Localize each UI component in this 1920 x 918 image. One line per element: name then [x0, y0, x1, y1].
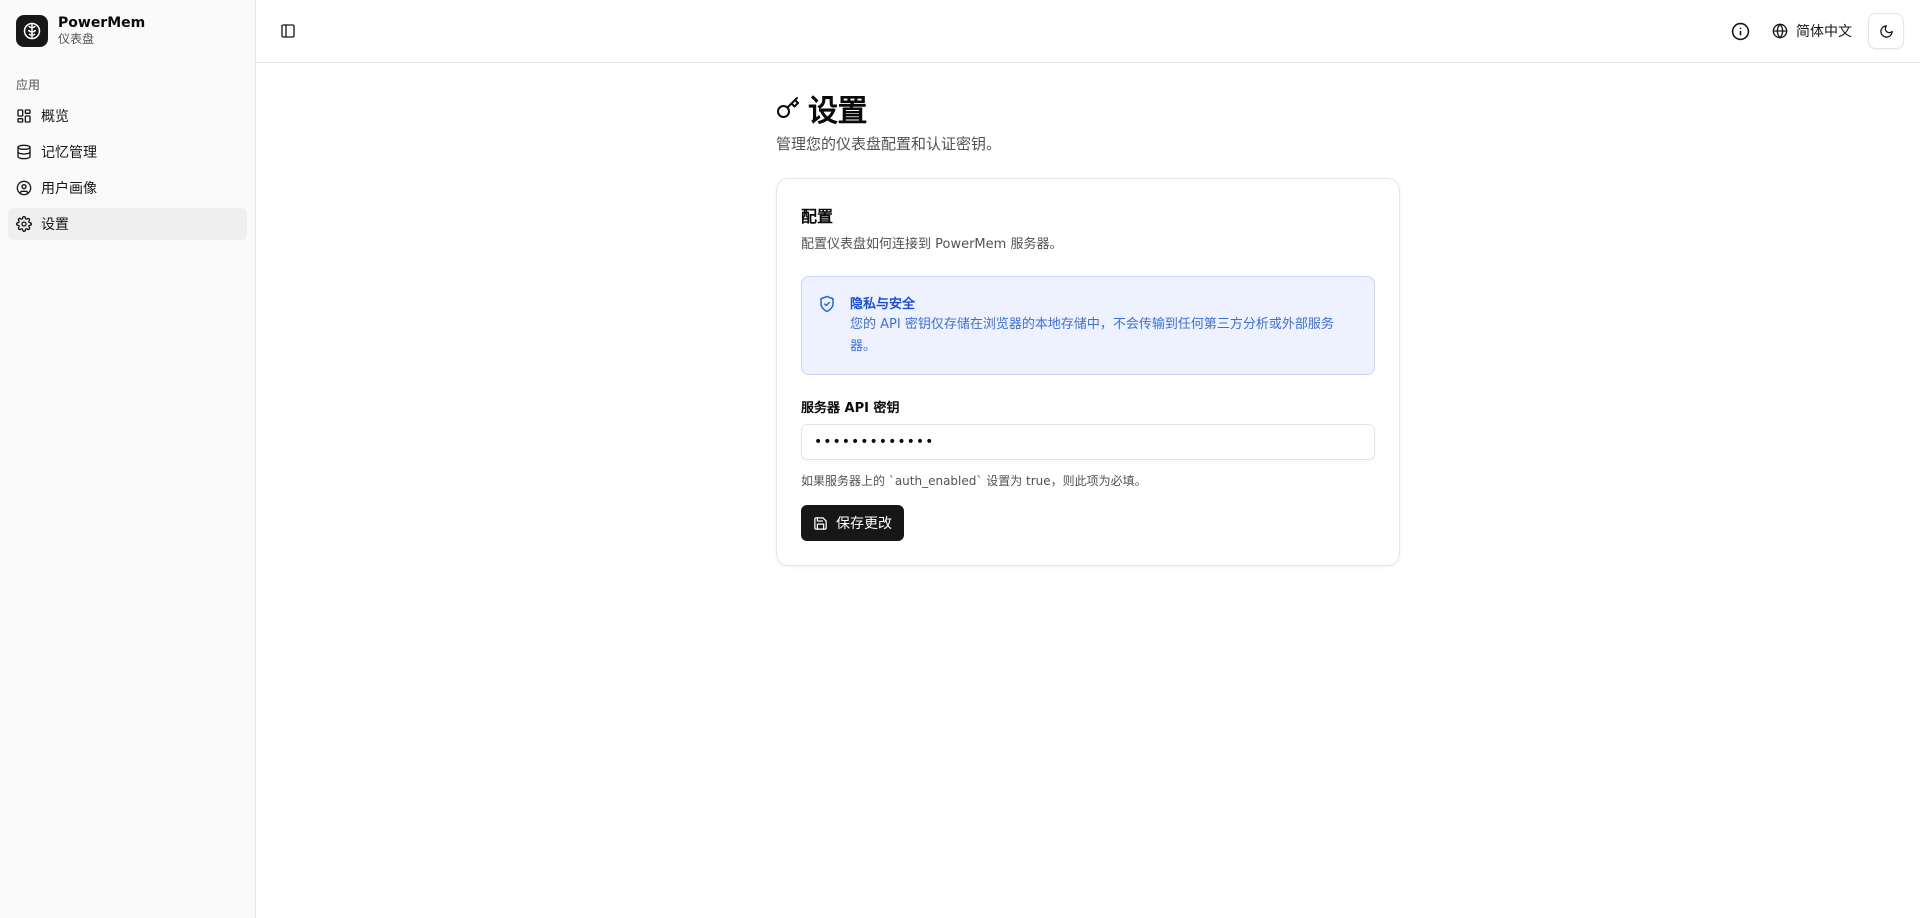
info-icon [1731, 22, 1749, 40]
api-key-label: 服务器 API 密钥 [801, 401, 900, 416]
theme-toggle-button[interactable] [1868, 13, 1904, 49]
page-title: 设置 [776, 87, 1400, 129]
key-icon [777, 97, 799, 118]
sidebar-nav: 概览 记忆管理 用户画像 设置 [8, 100, 247, 240]
topbar: 简体中文 [256, 0, 1920, 63]
card-title: 配置 [801, 207, 834, 226]
topbar-actions: 简体中文 [1724, 13, 1904, 49]
api-key-input[interactable] [801, 424, 1375, 460]
save-changes-button[interactable]: 保存更改 [801, 505, 904, 541]
alert-title: 隐私与安全 [850, 297, 916, 312]
language-switcher-button[interactable]: 简体中文 [1764, 15, 1860, 47]
sidebar-toggle-button[interactable] [272, 15, 304, 47]
settings-content: 设置 管理您的仪表盘配置和认证密钥。 配置 配置仪表盘如何连接到 PowerMe… [776, 63, 1400, 566]
sidebar-item-memories[interactable]: 记忆管理 [8, 136, 247, 168]
sidebar-item-label: 概览 [41, 109, 69, 125]
brand-subtitle: 仪表盘 [58, 32, 95, 47]
sidebar-item-settings[interactable]: 设置 [8, 208, 247, 240]
alert-body: 您的 API 密钥仅存储在浏览器的本地存储中，不会传输到任何第三方分析或外部服务… [850, 317, 1334, 354]
shield-check-icon [820, 295, 834, 313]
sidebar-item-label: 用户画像 [41, 181, 97, 197]
globe-icon [1772, 23, 1788, 39]
sidebar-item-label: 设置 [41, 217, 69, 233]
main-area: 简体中文 设置 管理您的仪表盘配置和认证密钥。 配置 配置仪表盘如何连接到 Po… [256, 0, 1920, 918]
save-icon [814, 516, 827, 530]
gear-icon [16, 216, 32, 232]
api-key-hint: 如果服务器上的 `auth_enabled` 设置为 true，则此项为必填。 [801, 474, 1147, 488]
card-description: 配置仪表盘如何连接到 PowerMem 服务器。 [801, 237, 1063, 252]
save-button-label: 保存更改 [836, 516, 892, 532]
sidebar-item-overview[interactable]: 概览 [8, 100, 247, 132]
page-title-text: 设置 [808, 94, 868, 129]
language-label: 简体中文 [1796, 24, 1852, 40]
sidebar-item-label: 记忆管理 [41, 145, 97, 161]
privacy-alert: 隐私与安全 您的 API 密钥仅存储在浏览器的本地存储中，不会传输到任何第三方分… [801, 276, 1375, 375]
info-button[interactable] [1724, 15, 1756, 47]
brain-logo-icon [16, 15, 48, 47]
panel-left-icon [281, 24, 295, 38]
database-icon [17, 144, 31, 160]
configuration-card: 配置 配置仪表盘如何连接到 PowerMem 服务器。 隐私与安全 您的 API… [776, 178, 1400, 566]
sidebar: PowerMem 仪表盘 应用 概览 记忆管理 用户画像 设置 [0, 0, 256, 918]
dashboard-grid-icon [17, 109, 31, 123]
brand[interactable]: PowerMem 仪表盘 [8, 8, 247, 54]
page-description: 管理您的仪表盘配置和认证密钥。 [776, 135, 1002, 153]
user-circle-icon [16, 180, 32, 196]
app-root: PowerMem 仪表盘 应用 概览 记忆管理 用户画像 设置 简体中文 设置 … [0, 0, 1920, 918]
sidebar-item-user-profiles[interactable]: 用户画像 [8, 172, 247, 204]
moon-icon [1879, 24, 1893, 38]
sidebar-group-label: 应用 [16, 78, 41, 92]
brand-name: PowerMem [58, 14, 146, 31]
